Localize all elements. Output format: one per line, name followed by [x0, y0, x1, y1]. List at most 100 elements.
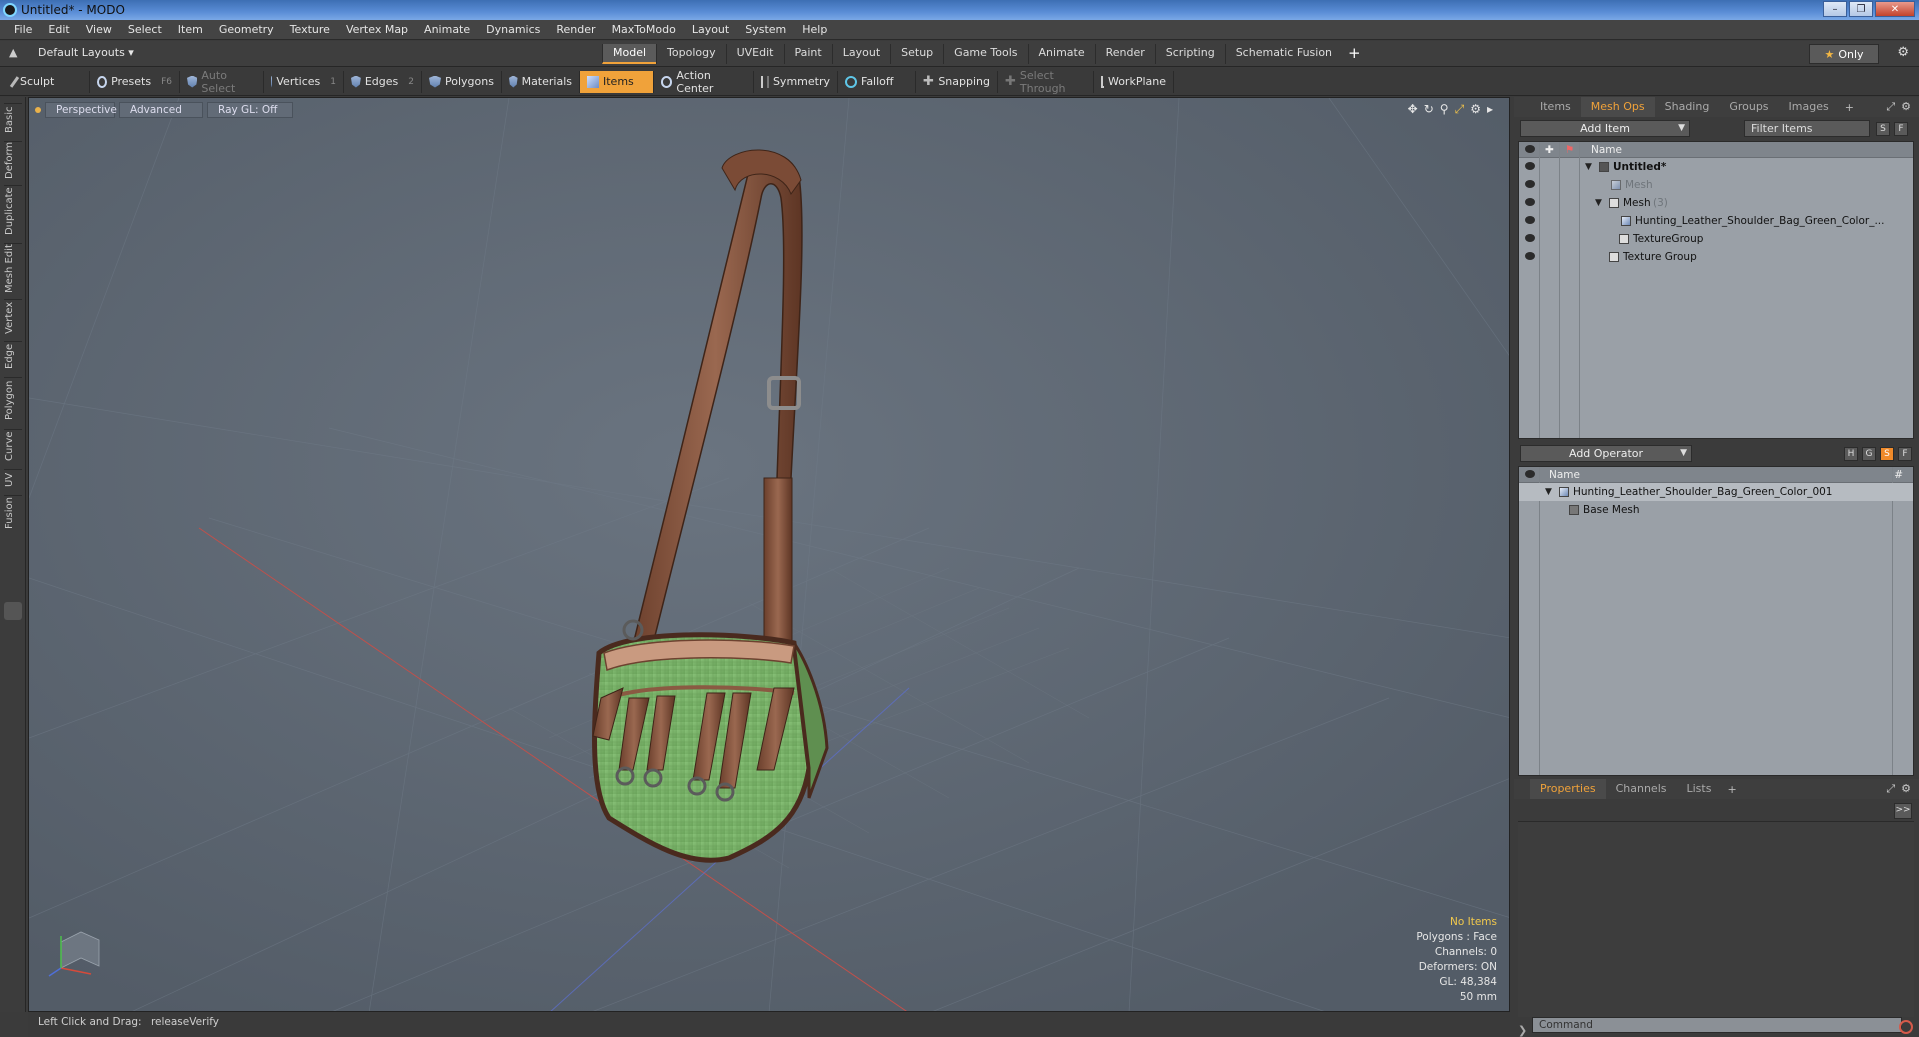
select-through-button[interactable]: ✚ Select Through [998, 69, 1094, 95]
list-item[interactable]: ▼ Untitled* [1519, 158, 1913, 176]
menu-file[interactable]: File [6, 23, 40, 36]
tab-shading[interactable]: Shading [1655, 97, 1720, 117]
op-f-button[interactable]: F [1898, 447, 1912, 461]
menu-edit[interactable]: Edit [40, 23, 77, 36]
gear-icon[interactable]: ⚙ [1897, 45, 1909, 60]
vtab-mesh-edit[interactable]: Mesh Edit [4, 243, 22, 293]
raygl-button[interactable]: Ray GL: Off [207, 102, 293, 118]
move-view-icon[interactable]: ✥ [1408, 102, 1418, 117]
menu-vertex-map[interactable]: Vertex Map [338, 23, 416, 36]
record-icon[interactable] [1899, 1020, 1913, 1034]
filter-items-input[interactable]: Filter Items [1744, 120, 1870, 137]
command-input[interactable]: Command [1532, 1017, 1902, 1033]
filter-s-button[interactable]: S [1876, 122, 1890, 136]
vtab-deform[interactable]: Deform [4, 141, 22, 179]
collapse-icon[interactable]: ▼ [1545, 483, 1552, 501]
expand-panel-icon[interactable]: ⤢ [1886, 100, 1895, 114]
vtab-polygon[interactable]: Polygon [4, 377, 22, 423]
op-h-button[interactable]: H [1844, 447, 1858, 461]
vertices-button[interactable]: Vertices 1 [264, 70, 344, 93]
expand-properties-button[interactable]: >> [1894, 803, 1912, 819]
menu-item[interactable]: Item [170, 23, 211, 36]
list-item[interactable]: Texture Group [1519, 248, 1913, 266]
collapse-icon[interactable]: ▼ [1585, 158, 1592, 176]
close-button[interactable]: ✕ [1875, 1, 1915, 17]
tab-setup[interactable]: Setup [890, 44, 944, 64]
menu-render[interactable]: Render [548, 23, 603, 36]
zoom-view-icon[interactable]: ⚲ [1440, 102, 1449, 117]
strip-toggle-button[interactable] [4, 602, 22, 620]
list-item[interactable]: TextureGroup [1519, 230, 1913, 248]
list-item[interactable]: ▼ Mesh (3) [1519, 194, 1913, 212]
list-item[interactable]: Base Mesh [1519, 501, 1913, 519]
tab-groups[interactable]: Groups [1719, 97, 1778, 117]
menu-texture[interactable]: Texture [282, 23, 338, 36]
tab-game-tools[interactable]: Game Tools [943, 44, 1028, 64]
perspective-button[interactable]: Perspective [45, 102, 117, 118]
materials-button[interactable]: Materials [502, 70, 580, 93]
tab-topology[interactable]: Topology [656, 44, 726, 64]
tab-paint[interactable]: Paint [783, 44, 832, 64]
minimize-button[interactable]: – [1823, 1, 1847, 17]
list-item[interactable]: Hunting_Leather_Shoulder_Bag_Green_Color… [1519, 212, 1913, 230]
polygons-button[interactable]: Polygons [422, 70, 502, 93]
op-s-button[interactable]: S [1880, 447, 1894, 461]
visibility-eye-icon[interactable] [1525, 234, 1535, 242]
op-g-button[interactable]: G [1862, 447, 1876, 461]
snapping-button[interactable]: ✚ Snapping [916, 70, 998, 93]
items-button[interactable]: Items [580, 70, 654, 93]
menu-select[interactable]: Select [120, 23, 170, 36]
expand-panel-icon[interactable]: ⤢ [1886, 782, 1895, 796]
panel-settings-icon[interactable]: ⚙ [1901, 782, 1911, 796]
visibility-eye-icon[interactable] [1525, 162, 1535, 170]
vtab-vertex[interactable]: Vertex [4, 299, 22, 335]
edges-button[interactable]: Edges 2 [344, 70, 422, 93]
visibility-eye-icon[interactable] [1525, 180, 1535, 188]
viewport-more-icon[interactable]: ▸ [1487, 102, 1493, 117]
layout-dropdown[interactable]: Default Layouts ▾ [38, 46, 134, 59]
tab-render[interactable]: Render [1094, 44, 1155, 64]
visibility-eye-icon[interactable] [1525, 216, 1535, 224]
tab-layout[interactable]: Layout [831, 44, 891, 64]
add-operator-dropdown[interactable]: Add Operator ▼ [1520, 445, 1692, 462]
menu-help[interactable]: Help [794, 23, 835, 36]
add-panel-tab-button[interactable]: + [1721, 783, 1742, 796]
symmetry-button[interactable]: Symmetry [754, 70, 838, 93]
visibility-eye-icon[interactable] [1525, 198, 1535, 206]
vtab-curve[interactable]: Curve [4, 429, 22, 463]
vtab-edge[interactable]: Edge [4, 341, 22, 371]
sculpt-button[interactable]: Sculpt [6, 70, 90, 93]
tab-model[interactable]: Model [602, 44, 657, 64]
tab-scripting[interactable]: Scripting [1154, 44, 1225, 64]
3d-viewport[interactable]: Perspective Advanced Ray GL: Off ✥ ↻ ⚲ ⤢… [28, 97, 1510, 1012]
fit-view-icon[interactable]: ⤢ [1455, 102, 1465, 117]
action-center-button[interactable]: Action Center [654, 69, 754, 95]
collapse-icon[interactable]: ▼ [1595, 194, 1602, 212]
add-tab-button[interactable]: + [1342, 44, 1367, 64]
menu-view[interactable]: View [78, 23, 120, 36]
list-item[interactable]: ▼ Hunting_Leather_Shoulder_Bag_Green_Col… [1519, 483, 1913, 501]
filter-f-button[interactable]: F [1894, 122, 1908, 136]
tab-properties[interactable]: Properties [1530, 779, 1606, 799]
falloff-button[interactable]: Falloff [838, 70, 916, 93]
viewport-dot-icon[interactable] [35, 107, 41, 113]
vtab-fusion[interactable]: Fusion [4, 495, 22, 531]
workplane-button[interactable]: WorkPlane [1094, 70, 1174, 93]
list-item[interactable]: Mesh [1519, 176, 1913, 194]
add-item-dropdown[interactable]: Add Item ▼ [1520, 120, 1690, 137]
panel-settings-icon[interactable]: ⚙ [1901, 100, 1911, 114]
tab-items[interactable]: Items [1530, 97, 1581, 117]
viewport-settings-icon[interactable]: ⚙ [1470, 102, 1481, 117]
tab-lists[interactable]: Lists [1677, 779, 1722, 799]
tab-schematic-fusion[interactable]: Schematic Fusion [1224, 44, 1343, 64]
shading-button[interactable]: Advanced [119, 102, 203, 118]
vtab-basic[interactable]: Basic [4, 103, 22, 135]
layout-arrow-icon[interactable]: ▲ [9, 47, 21, 59]
only-toggle[interactable]: ★ Only [1809, 44, 1879, 64]
vtab-duplicate[interactable]: Duplicate [4, 185, 22, 237]
auto-select-button[interactable]: Auto Select [180, 69, 264, 95]
restore-button[interactable]: ❐ [1849, 1, 1873, 17]
menu-system[interactable]: System [737, 23, 794, 36]
rotate-view-icon[interactable]: ↻ [1424, 102, 1434, 117]
tab-mesh-ops[interactable]: Mesh Ops [1580, 97, 1655, 117]
